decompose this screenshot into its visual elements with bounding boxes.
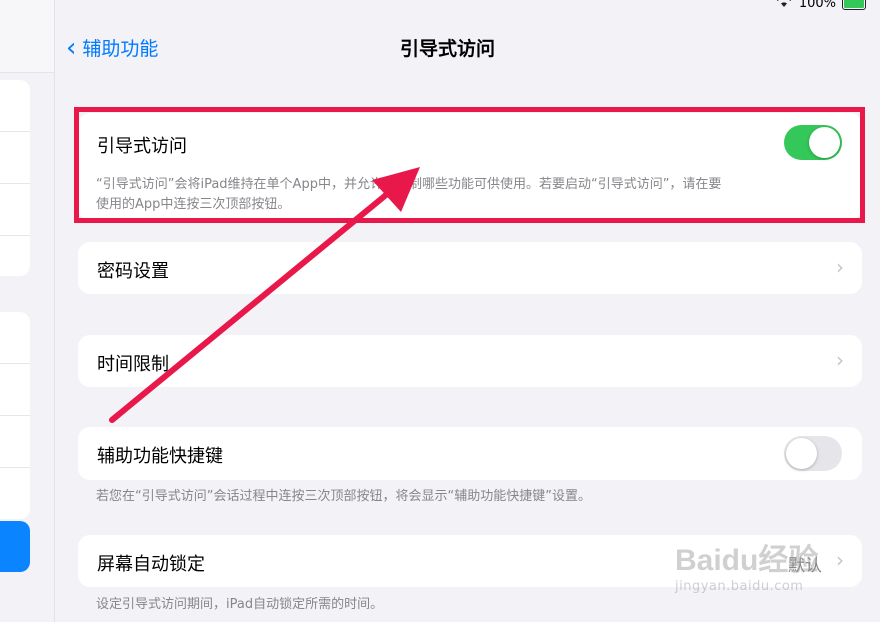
chevron-left-icon: ‹ bbox=[66, 32, 77, 63]
sidebar bbox=[0, 0, 55, 622]
watermark-site: jingyan.baidu.com bbox=[675, 579, 804, 594]
back-button[interactable]: ‹ 辅助功能 bbox=[66, 34, 158, 61]
auto-lock-label: 屏幕自动锁定 bbox=[97, 554, 205, 575]
sidebar-header bbox=[0, 0, 54, 73]
accessibility-shortcut-toggle[interactable] bbox=[784, 436, 842, 471]
accessibility-shortcut-description: 若您在“引导式访问”会话过程中连按三次顶部按钮，将会显示“辅助功能快捷键”设置。 bbox=[96, 489, 591, 504]
annotation-highlight-box bbox=[74, 107, 865, 223]
sidebar-group bbox=[0, 80, 30, 276]
status-bar: 100% bbox=[775, 0, 866, 12]
passcode-settings-label: 密码设置 bbox=[97, 261, 169, 282]
annotation-arrow bbox=[109, 167, 420, 423]
time-limits-row[interactable]: 时间限制 › bbox=[78, 335, 862, 387]
battery-percent: 100% bbox=[798, 0, 836, 11]
watermark: Baidu经验 jingyan.baidu.com bbox=[675, 535, 818, 594]
time-limits-label: 时间限制 bbox=[97, 354, 169, 375]
accessibility-shortcut-label: 辅助功能快捷键 bbox=[97, 446, 223, 467]
wifi-icon bbox=[775, 0, 793, 12]
auto-lock-description: 设定引导式访问期间，iPad自动锁定所需的时间。 bbox=[96, 597, 384, 612]
accessibility-shortcut-row: 辅助功能快捷键 bbox=[78, 427, 862, 480]
sidebar-item[interactable] bbox=[0, 416, 30, 468]
chevron-right-icon: › bbox=[836, 255, 844, 279]
page-title: 引导式访问 bbox=[400, 38, 496, 60]
sidebar-item[interactable] bbox=[0, 312, 30, 364]
sidebar-item[interactable] bbox=[0, 468, 30, 519]
chevron-right-icon: › bbox=[836, 348, 844, 372]
sidebar-group bbox=[0, 312, 30, 519]
battery-icon bbox=[842, 0, 866, 10]
sidebar-item[interactable] bbox=[0, 80, 30, 132]
passcode-settings-row[interactable]: 密码设置 › bbox=[78, 242, 862, 294]
watermark-logo: Baidu经验 bbox=[675, 544, 819, 577]
sidebar-item[interactable] bbox=[0, 364, 30, 416]
sidebar-item[interactable] bbox=[0, 184, 30, 236]
sidebar-item[interactable] bbox=[0, 236, 30, 276]
back-button-label: 辅助功能 bbox=[82, 38, 159, 60]
sidebar-item[interactable] bbox=[0, 132, 30, 184]
chevron-right-icon: › bbox=[836, 548, 844, 572]
sidebar-item-selected[interactable] bbox=[0, 521, 30, 572]
